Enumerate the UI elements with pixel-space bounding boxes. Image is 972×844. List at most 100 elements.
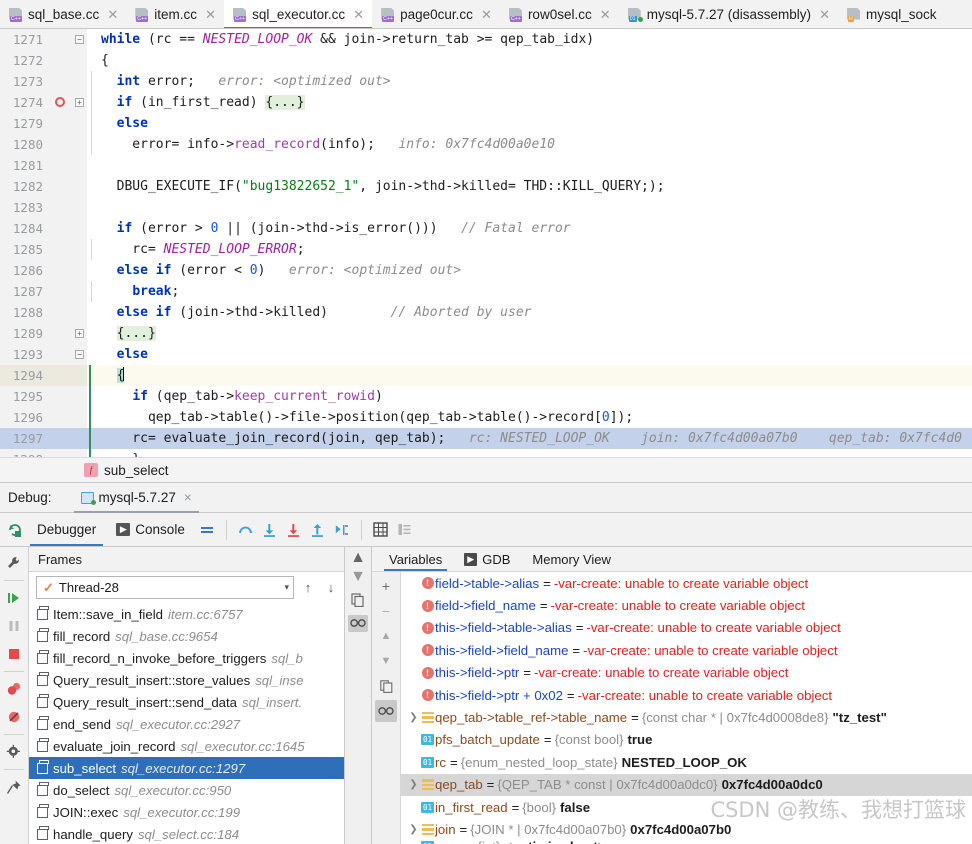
debug-settings-gear-icon[interactable] xyxy=(2,739,26,765)
breakpoint-column[interactable] xyxy=(50,50,72,71)
editor-tab-sql_executor-cc[interactable]: C++ sql_executor.cc ✕ xyxy=(224,0,373,28)
run-to-cursor-icon[interactable] xyxy=(331,519,353,541)
copy-stack-icon[interactable] xyxy=(351,593,365,610)
fold-column[interactable] xyxy=(72,344,87,365)
variable-row[interactable]: ! field->field_name = -var-create: unabl… xyxy=(401,594,972,616)
fold-column[interactable] xyxy=(72,449,87,457)
fold-column[interactable] xyxy=(72,176,87,197)
fold-column[interactable] xyxy=(72,302,87,323)
pause-program-icon[interactable] xyxy=(2,613,26,639)
add-watch-icon[interactable]: + xyxy=(375,575,397,597)
breadcrumb[interactable]: f sub_select xyxy=(0,457,972,483)
editor-tab-mysql_sock[interactable]: H mysql_sock xyxy=(838,0,945,28)
code-line[interactable]: 1289 {...} xyxy=(0,323,972,344)
breakpoint-column[interactable] xyxy=(50,407,72,428)
fold-plus-icon[interactable] xyxy=(75,329,84,338)
breakpoint-column[interactable] xyxy=(50,71,72,92)
close-icon[interactable]: ✕ xyxy=(481,7,492,23)
code-line[interactable]: 1293 else xyxy=(0,344,972,365)
code-line[interactable]: 1274 if (in_first_read) {...} xyxy=(0,92,972,113)
variable-row[interactable]: 01 in_first_read = {bool} false xyxy=(401,796,972,818)
move-down-icon[interactable]: ▼ xyxy=(375,650,397,672)
frame-list-item-selected[interactable]: sub_select sql_executor.cc:1297 xyxy=(29,757,344,779)
variable-row-selected[interactable]: ❯ qep_tab = {QEP_TAB * const | 0x7fc4d00… xyxy=(401,773,972,796)
close-icon[interactable]: ✕ xyxy=(819,7,830,23)
expander-icon[interactable]: ❯ xyxy=(407,712,420,723)
breakpoint-column[interactable] xyxy=(50,29,72,50)
close-icon[interactable]: ✕ xyxy=(205,7,216,23)
tab-console[interactable]: ▶ Console xyxy=(107,514,194,546)
pin-icon[interactable] xyxy=(2,774,26,800)
code-line[interactable]: 1281 xyxy=(0,155,972,176)
mute-breakpoints-icon[interactable] xyxy=(2,704,26,730)
frame-list-item[interactable]: JOIN::exec sql_executor.cc:199 xyxy=(29,801,344,823)
layout-icon[interactable] xyxy=(196,519,218,541)
fold-minus-icon[interactable] xyxy=(75,350,84,359)
settings-wrench-icon[interactable] xyxy=(2,550,26,576)
expander-icon[interactable]: ❯ xyxy=(407,779,420,790)
fold-column[interactable] xyxy=(72,260,87,281)
fold-column[interactable] xyxy=(72,323,87,344)
evaluate-icon[interactable] xyxy=(370,519,392,541)
code-line[interactable]: 1287 break; xyxy=(0,281,972,302)
resume-program-icon[interactable] xyxy=(2,585,26,611)
fold-column[interactable] xyxy=(72,197,87,218)
thread-dropdown[interactable]: ✓ Thread-28 ▾ xyxy=(36,576,294,599)
breakpoint-column[interactable] xyxy=(50,386,72,407)
fold-column[interactable] xyxy=(72,113,87,134)
fold-column[interactable] xyxy=(72,92,87,113)
breakpoint-column[interactable] xyxy=(50,449,72,457)
code-line[interactable]: 1271 while (rc == NESTED_LOOP_OK && join… xyxy=(0,29,972,50)
remove-watch-icon[interactable]: − xyxy=(375,600,397,622)
frame-up-icon[interactable]: ↑ xyxy=(299,580,317,595)
variable-row[interactable]: 01 rc = {enum_nested_loop_state} NESTED_… xyxy=(401,751,972,773)
close-icon[interactable]: ✕ xyxy=(107,7,118,23)
code-line-cursor[interactable]: 1294 { xyxy=(0,365,972,386)
fold-column[interactable] xyxy=(72,71,87,92)
fold-column[interactable] xyxy=(72,281,87,302)
fold-column[interactable] xyxy=(72,239,87,260)
step-into-icon[interactable] xyxy=(259,519,281,541)
frame-list-item[interactable]: fill_record_n_invoke_before_triggers sql… xyxy=(29,647,344,669)
code-line[interactable]: 1273 int error; error: <optimized out> xyxy=(0,71,972,92)
view-breakpoints-icon[interactable] xyxy=(2,676,26,702)
expander-icon[interactable]: ❯ xyxy=(407,824,420,835)
fold-column[interactable] xyxy=(72,29,87,50)
breakpoint-column[interactable] xyxy=(50,134,72,155)
code-line-executing[interactable]: 1297 rc= evaluate_join_record(join, qep_… xyxy=(0,428,972,449)
fold-column[interactable] xyxy=(72,428,87,449)
move-up-icon[interactable]: ▲ xyxy=(375,625,397,647)
frame-list-item[interactable]: evaluate_join_record sql_executor.cc:164… xyxy=(29,735,344,757)
code-line[interactable]: 1296 qep_tab->table()->file->position(qe… xyxy=(0,407,972,428)
tab-gdb[interactable]: ▶ GDB xyxy=(455,547,519,571)
breakpoint-column[interactable] xyxy=(50,323,72,344)
breakpoint-column[interactable] xyxy=(50,197,72,218)
fold-column[interactable] xyxy=(72,134,87,155)
code-line[interactable]: 1298 } xyxy=(0,449,972,457)
frame-list-item[interactable]: fill_record sql_base.cc:9654 xyxy=(29,625,344,647)
show-variables-icon[interactable] xyxy=(394,519,416,541)
breakpoint-column[interactable] xyxy=(50,428,72,449)
variables-list[interactable]: ! field->table->alias = -var-create: una… xyxy=(401,572,972,844)
breakpoint-column[interactable] xyxy=(50,281,72,302)
breakpoint-column[interactable] xyxy=(50,113,72,134)
tab-memory-view[interactable]: Memory View xyxy=(523,547,620,571)
close-icon[interactable]: ✕ xyxy=(600,7,611,23)
editor-tab-page0cur-cc[interactable]: C++ page0cur.cc ✕ xyxy=(372,0,500,28)
inspect-icon[interactable] xyxy=(375,700,397,722)
code-line[interactable]: 1284 if (error > 0 || (join->thd->is_err… xyxy=(0,218,972,239)
scroll-up-icon[interactable]: ▲ xyxy=(350,550,366,566)
breakpoint-column[interactable] xyxy=(50,302,72,323)
code-line[interactable]: 1282 DBUG_EXECUTE_IF("bug13822652_1", jo… xyxy=(0,176,972,197)
fold-column[interactable] xyxy=(72,386,87,407)
breakpoint-column[interactable] xyxy=(50,344,72,365)
fold-column[interactable] xyxy=(72,155,87,176)
breakpoint-column[interactable] xyxy=(50,218,72,239)
editor-tab-sql_base-cc[interactable]: C++ sql_base.cc ✕ xyxy=(0,0,126,28)
frames-list[interactable]: Item::save_in_field item.cc:6757 fill_re… xyxy=(29,603,344,844)
fold-minus-icon[interactable] xyxy=(75,35,84,44)
stop-icon[interactable] xyxy=(2,641,26,667)
fold-column[interactable] xyxy=(72,218,87,239)
frame-list-item[interactable]: Query_result_insert::send_data sql_inser… xyxy=(29,691,344,713)
copy-value-icon[interactable] xyxy=(375,675,397,697)
